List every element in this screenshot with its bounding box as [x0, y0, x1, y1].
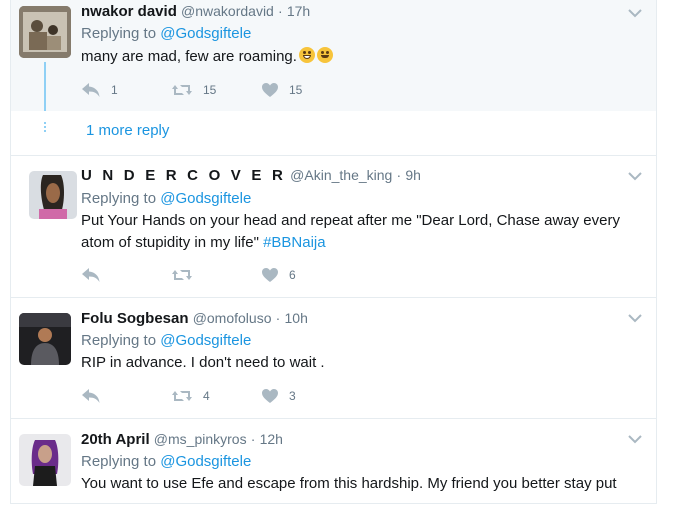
tweet-text-content: You want to use Efe and escape from this…	[81, 475, 617, 492]
tweet-text-line-2: atom of stupidity in my life" #BBNaija	[81, 232, 651, 254]
reply-icon	[82, 389, 100, 403]
replying-to: Replying to @Godsgiftele	[81, 25, 251, 42]
replying-to: Replying to @Godsgiftele	[81, 190, 251, 207]
replying-label: Replying to	[81, 190, 157, 207]
timestamp[interactable]: 12h	[260, 431, 283, 447]
like-count: 3	[289, 389, 296, 403]
tweet-header: nwakor david @nwakordavid · 17h	[81, 3, 310, 20]
more-replies-link[interactable]: 1 more reply	[86, 122, 169, 139]
heart-icon	[262, 268, 278, 282]
retweet-count: 4	[203, 389, 210, 403]
caret-down-icon[interactable]	[628, 8, 642, 18]
timestamp[interactable]: 10h	[285, 310, 308, 326]
replying-to: Replying to @Godsgiftele	[81, 453, 251, 470]
like-count: 6	[289, 268, 296, 282]
grinning-emoji-icon	[298, 47, 315, 63]
reply-icon	[82, 83, 100, 97]
separator: ·	[278, 3, 283, 19]
reply-button[interactable]	[81, 386, 111, 406]
replying-label: Replying to	[81, 332, 157, 349]
separator: ·	[396, 167, 402, 183]
retweet-button[interactable]: 15	[171, 80, 216, 100]
retweet-icon	[172, 85, 192, 95]
display-name[interactable]: U N D E R C O V E R	[81, 167, 286, 184]
display-name[interactable]: nwakor david	[81, 3, 177, 20]
replying-to: Replying to @Godsgiftele	[81, 332, 251, 349]
tweet-20th-april[interactable]: 20th April @ms_pinkyros · 12h Replying t…	[11, 418, 656, 503]
tweet-actions: 1 15 15	[81, 80, 341, 100]
heart-icon	[262, 389, 278, 403]
retweet-button[interactable]: 4	[171, 386, 210, 406]
timestamp[interactable]: 17h	[287, 3, 310, 19]
username[interactable]: @Akin_the_king	[290, 167, 392, 183]
timestamp[interactable]: 9h	[405, 167, 421, 183]
tweet-text: You want to use Efe and escape from this…	[81, 473, 651, 495]
avatar[interactable]	[19, 313, 71, 365]
display-name[interactable]: Folu Sogbesan	[81, 310, 189, 327]
mention-link[interactable]: @Godsgiftele	[160, 190, 251, 207]
tweet-undercover[interactable]: U N D E R C O V E R @Akin_the_king · 9h …	[11, 155, 656, 298]
reply-button[interactable]: 1	[81, 80, 118, 100]
tweet-text-content: many are mad, few are roaming.	[81, 48, 297, 65]
tweet-nwakor-david[interactable]: nwakor david @nwakordavid · 17h Replying…	[11, 0, 656, 112]
replying-label: Replying to	[81, 453, 157, 470]
caret-down-icon[interactable]	[628, 313, 642, 323]
tweet-header: 20th April @ms_pinkyros · 12h	[81, 431, 283, 448]
more-replies-row: 1 more reply	[11, 111, 656, 156]
display-name[interactable]: 20th April	[81, 431, 150, 448]
tweet-actions: 6	[81, 265, 341, 285]
username[interactable]: @nwakordavid	[181, 3, 274, 19]
separator: ·	[250, 431, 256, 447]
replying-label: Replying to	[81, 25, 157, 42]
tweet-text: RIP in advance. I don't need to wait .	[81, 352, 651, 374]
thread-dots-overlay	[44, 122, 46, 134]
smiling-emoji-icon	[316, 47, 333, 63]
reply-button[interactable]	[81, 265, 111, 285]
like-count: 15	[289, 83, 303, 97]
like-button[interactable]: 15	[261, 80, 302, 100]
avatar[interactable]	[19, 434, 71, 486]
caret-down-icon[interactable]	[628, 434, 642, 444]
mention-link[interactable]: @Godsgiftele	[160, 453, 251, 470]
tweet-text-content: atom of stupidity in my life"	[81, 234, 264, 251]
like-button[interactable]: 6	[261, 265, 296, 285]
like-button[interactable]: 3	[261, 386, 296, 406]
thread-connector	[44, 62, 46, 116]
reply-count: 1	[111, 83, 118, 97]
tweet-actions: 4 3	[81, 386, 341, 406]
tweet-header: U N D E R C O V E R @Akin_the_king · 9h	[81, 167, 421, 184]
caret-down-icon[interactable]	[628, 171, 642, 181]
avatar[interactable]	[29, 171, 77, 219]
tweet-folu-sogbesan[interactable]: Folu Sogbesan @omofoluso · 10h Replying …	[11, 297, 656, 419]
username[interactable]: @ms_pinkyros	[154, 431, 247, 447]
username[interactable]: @omofoluso	[193, 310, 272, 326]
reply-icon	[82, 268, 100, 282]
avatar[interactable]	[19, 6, 71, 58]
retweet-icon	[172, 391, 192, 401]
heart-icon	[262, 83, 278, 97]
hashtag-link[interactable]: #BBNaija	[263, 234, 326, 251]
reply-thread: nwakor david @nwakordavid · 17h Replying…	[10, 0, 657, 504]
tweet-text: many are mad, few are roaming.	[81, 46, 651, 68]
tweet-text-content: RIP in advance. I don't need to wait .	[81, 354, 325, 371]
tweet-header: Folu Sogbesan @omofoluso · 10h	[81, 310, 308, 327]
retweet-button[interactable]	[171, 265, 203, 285]
retweet-count: 15	[203, 83, 217, 97]
separator: ·	[275, 310, 281, 326]
retweet-icon	[172, 270, 192, 280]
mention-link[interactable]: @Godsgiftele	[160, 25, 251, 42]
mention-link[interactable]: @Godsgiftele	[160, 332, 251, 349]
tweet-text-line-1: Put Your Hands on your head and repeat a…	[81, 212, 620, 229]
tweet-text: Put Your Hands on your head and repeat a…	[81, 210, 651, 254]
